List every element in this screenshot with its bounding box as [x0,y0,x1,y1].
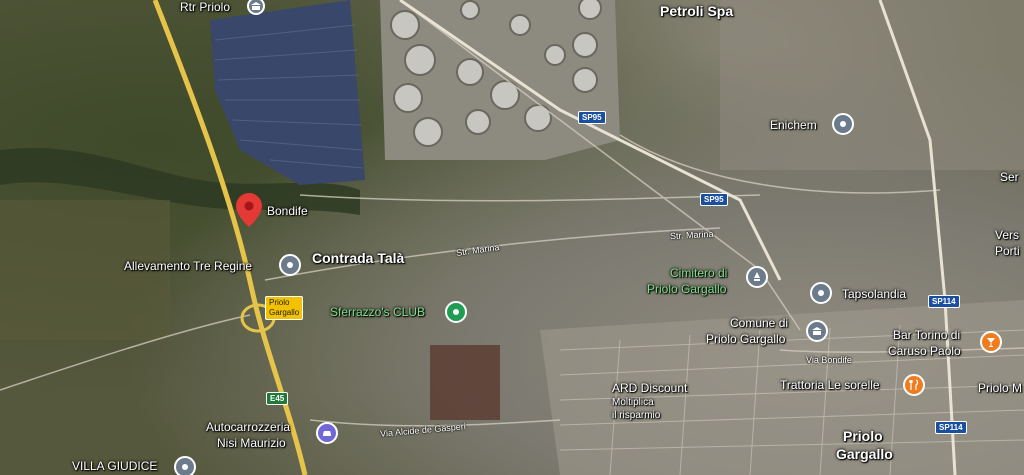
label-ser: Ser [1000,170,1019,184]
label-vers-line1: Vers [995,228,1020,242]
place-pin-icon[interactable] [445,301,467,323]
label-ard-line3[interactable]: il risparmio [612,410,660,421]
place-pin-icon[interactable] [279,254,301,276]
label-petroli-spa[interactable]: Petroli Spa [660,3,733,19]
red-field [430,345,500,420]
exit-sign: Priolo Gargallo [265,296,304,320]
label-bar-line1[interactable]: Bar Torino di [893,328,960,342]
car-repair-icon[interactable] [316,422,338,444]
map-terrain [0,0,1024,475]
label-cimitero-line2[interactable]: Priolo Gargallo [647,282,726,296]
place-pin-icon[interactable] [174,456,196,475]
label-priolo-line1[interactable]: Priolo [843,428,883,444]
bar-icon[interactable] [980,331,1002,353]
label-cimitero-line1[interactable]: Cimitero di [670,266,727,280]
label-priolo-line2[interactable]: Gargallo [836,446,893,462]
label-comune-line2[interactable]: Priolo Gargallo [706,332,785,346]
place-pin-icon[interactable] [832,113,854,135]
industrial-area [720,0,1024,170]
place-pin-icon[interactable] [810,282,832,304]
label-ard-line2[interactable]: Moltiplica [612,397,654,408]
label-contrada-tala[interactable]: Contrada Talà [312,250,404,266]
restaurant-icon[interactable] [903,374,925,396]
label-bar-line2[interactable]: Caruso Paolo [888,344,961,358]
road-shield-sp114: SP114 [935,421,967,434]
townhall-icon[interactable] [806,320,828,342]
label-comune-line1[interactable]: Comune di [730,316,788,330]
label-enichem[interactable]: Enichem [770,118,817,132]
cemetery-icon[interactable] [746,266,768,288]
label-tapsolandia[interactable]: Tapsolandia [842,287,906,301]
road-shield-sp114: SP114 [928,295,960,308]
label-rtr-priolo[interactable]: Rtr Priolo [180,0,230,14]
label-allevamento[interactable]: Allevamento Tre Regine [124,259,252,273]
exit-sign-line1: Priolo [269,298,290,307]
map-marker-icon[interactable] [236,193,262,227]
satellite-map[interactable]: Rtr Priolo Petroli Spa Enichem Ser Vers … [0,0,1024,475]
label-villa-giudice[interactable]: VILLA GIUDICE [72,459,157,473]
label-ard-line1[interactable]: ARD Discount [612,381,687,395]
road-label-via-bondife: Via Bondife [806,355,852,365]
solar-farm [210,0,365,185]
label-autocarrozzeria-line2[interactable]: Nisi Maurizio [217,436,286,450]
label-autocarrozzeria-line1[interactable]: Autocarrozzeria [206,420,290,434]
label-vers-line2: Porti [995,244,1020,258]
road-shield-sp95: SP95 [578,111,606,124]
road-shield-e45: E45 [266,392,289,405]
label-trattoria[interactable]: Trattoria Le sorelle [780,378,880,392]
label-sferrazzo[interactable]: Sferrazzo's CLUB [330,305,425,319]
exit-sign-line2: Gargallo [269,308,300,317]
label-priolo-m: Priolo M [978,381,1023,395]
road-shield-sp95: SP95 [700,193,728,206]
label-bondife[interactable]: Bondife [267,204,308,218]
